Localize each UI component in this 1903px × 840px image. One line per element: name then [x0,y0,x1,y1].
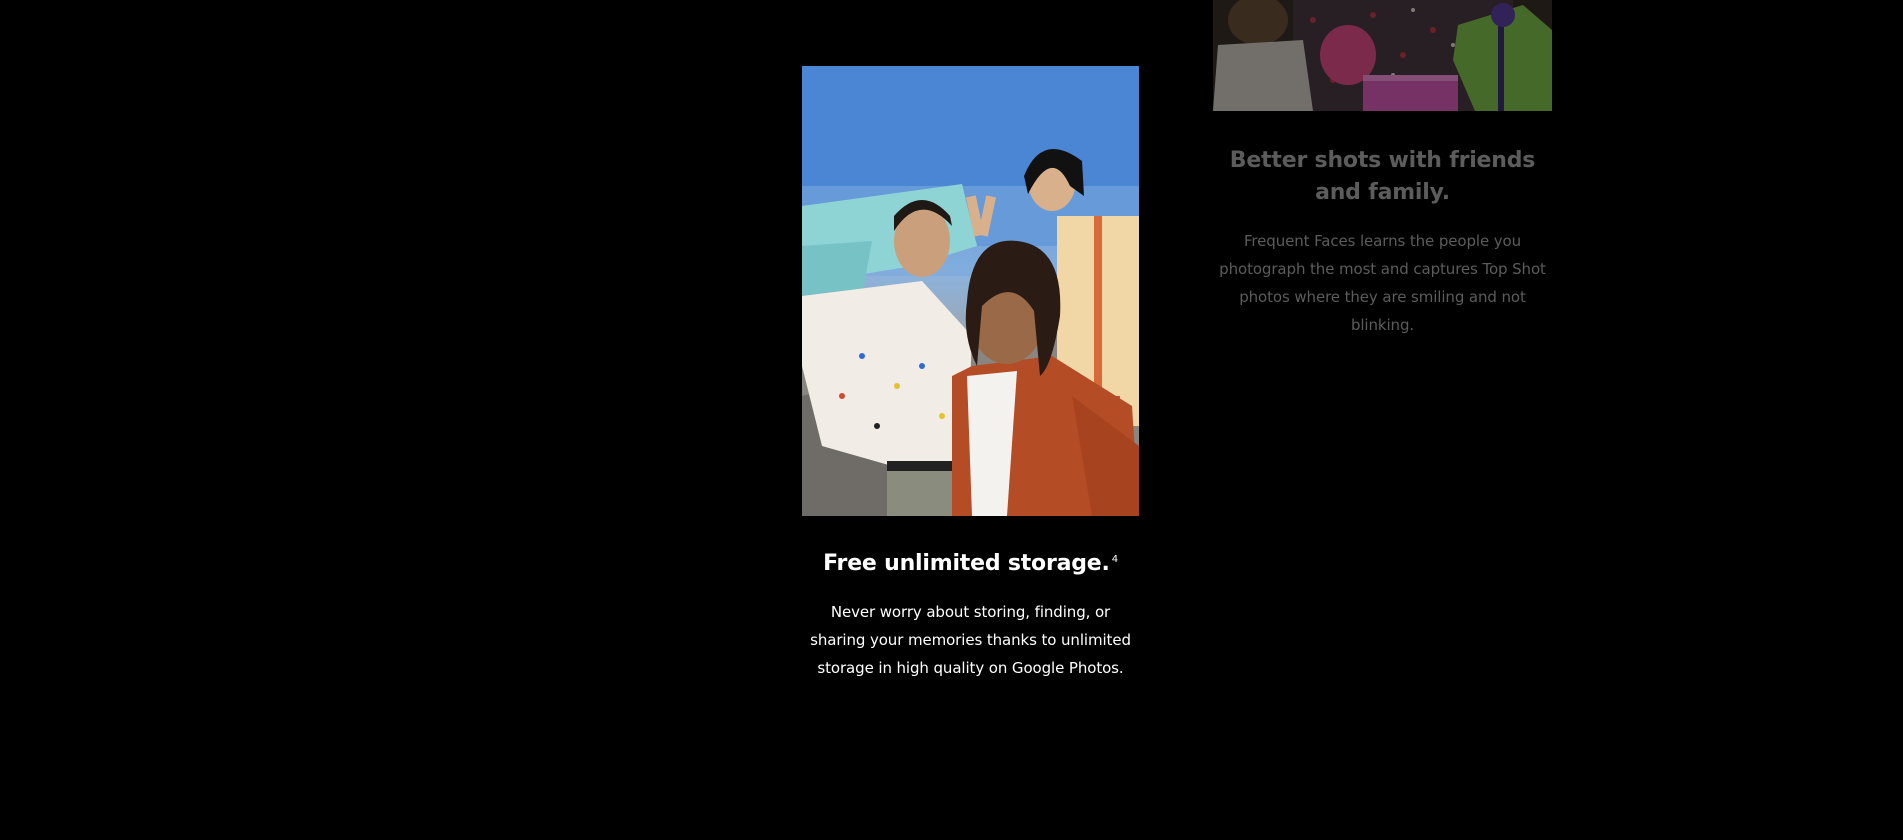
storage-footnote[interactable]: 4 [1112,554,1118,565]
feature-card-storage[interactable]: Free unlimited storage. 4 Never worry abo… [802,66,1139,682]
storage-description: Never worry about storing, finding, or s… [810,603,1131,677]
friends-title: Better shots with friends and family. [1229,148,1536,205]
feature-card-friends[interactable]: Better shots with friends and family. Fr… [1213,0,1552,339]
group-selfie-photo [802,66,1139,516]
page: Free unlimited storage. 4 Never worry abo… [0,0,1903,840]
friends-description: Frequent Faces learns the people you pho… [1219,232,1546,334]
storage-title-text: Free unlimited storage. [823,551,1110,576]
family-gifts-photo [1213,0,1552,111]
storage-title: Free unlimited storage. 4 [802,550,1139,578]
